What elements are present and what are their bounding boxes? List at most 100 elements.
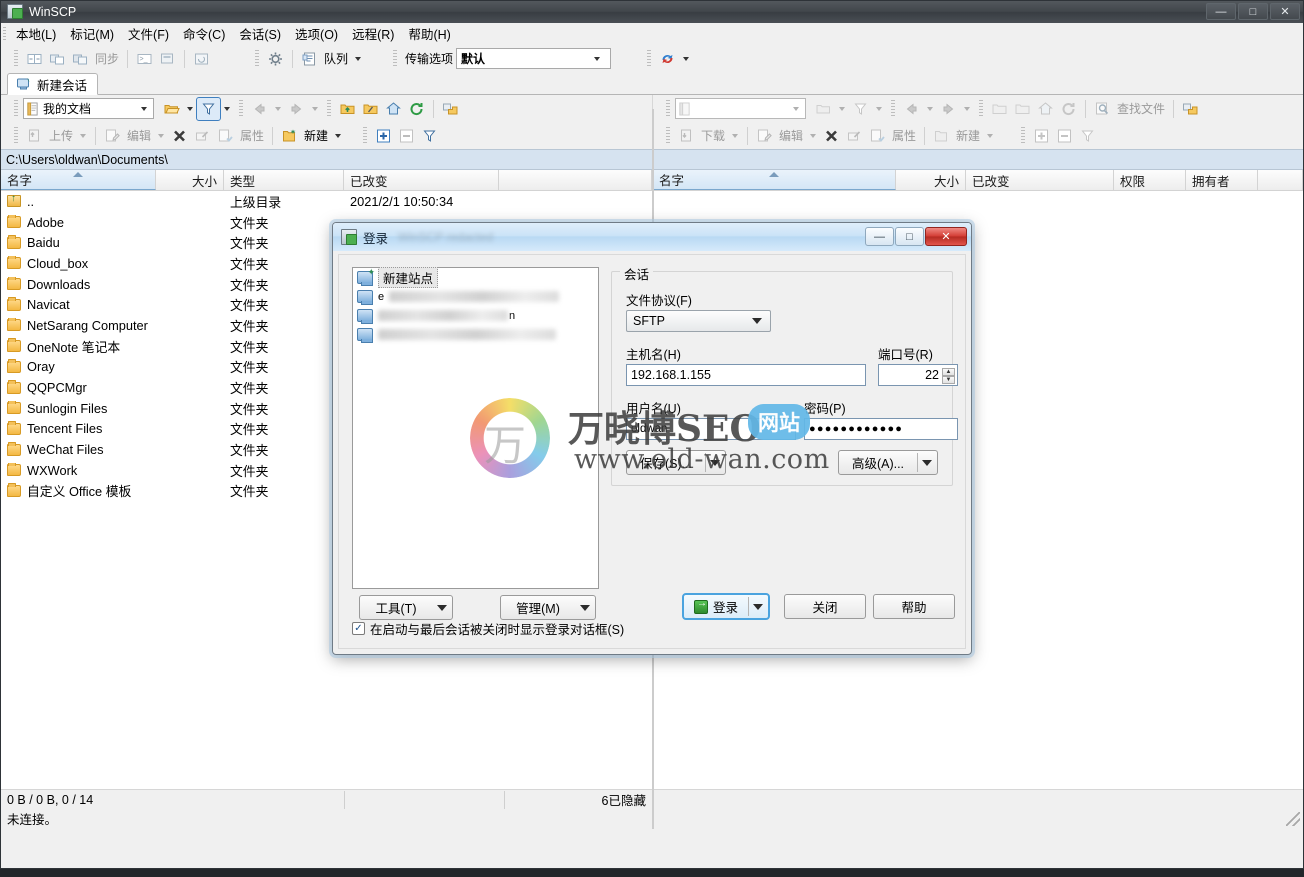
remote-col-modified[interactable]: 已改变 xyxy=(966,170,1114,190)
local-col-size[interactable]: 大小 xyxy=(156,170,224,190)
menu-help[interactable]: 帮助(H) xyxy=(401,22,457,45)
manage-caret-icon[interactable] xyxy=(580,604,590,611)
home-icon[interactable] xyxy=(382,98,405,120)
synchronize-browsing-icon[interactable] xyxy=(46,48,69,70)
tree-item-saved-session-1[interactable]: e xyxy=(353,287,598,306)
remote-path-bar[interactable] xyxy=(653,149,1303,170)
file-type-cell: 文件夹 xyxy=(230,339,269,355)
minimize-button[interactable]: — xyxy=(1206,3,1236,20)
session-tree[interactable]: 新建站点 e n xyxy=(352,267,599,589)
file-name-label: QQPCMgr xyxy=(27,380,87,396)
menu-session[interactable]: 会话(S) xyxy=(232,22,288,45)
putty-icon[interactable] xyxy=(156,48,179,70)
new-caret-icon[interactable] xyxy=(335,133,342,138)
advanced-caret-icon[interactable] xyxy=(922,459,932,466)
remote-new-label: 新建 xyxy=(956,129,981,143)
resize-grip-icon[interactable] xyxy=(1286,811,1300,826)
refresh-icon[interactable] xyxy=(656,48,679,70)
login-dialog-icon xyxy=(341,229,357,245)
remote-open-caret-icon xyxy=(839,106,845,111)
sync-icon[interactable] xyxy=(69,48,92,70)
refresh-caret-icon[interactable] xyxy=(683,56,690,61)
queue-caret-icon[interactable] xyxy=(355,56,362,61)
tools-button[interactable]: 工具(T) xyxy=(359,595,453,620)
show-login-dialog-checkbox-row[interactable]: ✓ 在启动与最后会话被关闭时显示登录对话框(S) xyxy=(352,619,624,638)
tree-item-new-site[interactable]: 新建站点 xyxy=(353,267,598,288)
remote-file-divider-2 xyxy=(924,126,926,145)
remote-col-size[interactable]: 大小 xyxy=(896,170,966,190)
close-button[interactable]: ✕ xyxy=(1270,3,1300,20)
advanced-button[interactable]: 高级(A)... xyxy=(838,450,938,475)
menu-options[interactable]: 选项(O) xyxy=(288,22,345,45)
transfer-settings-caret-icon[interactable] xyxy=(594,56,601,61)
username-input[interactable]: oldwan xyxy=(626,418,796,440)
port-stepper-up[interactable]: ▲ xyxy=(942,368,955,376)
maximize-button[interactable]: □ xyxy=(1238,3,1268,20)
remote-delete-icon[interactable] xyxy=(820,125,843,147)
parent-directory-icon[interactable] xyxy=(336,98,359,120)
new-folder-icon[interactable] xyxy=(278,125,301,147)
remote-col-name[interactable]: 名字 xyxy=(653,170,896,190)
open-directory-icon[interactable] xyxy=(160,98,183,120)
local-col-modified[interactable]: 已改变 xyxy=(344,170,499,190)
open-terminal-icon[interactable]: >_ xyxy=(133,48,156,70)
root-directory-icon[interactable] xyxy=(359,98,382,120)
port-stepper-down[interactable]: ▼ xyxy=(942,376,955,384)
refresh-panels-icon[interactable] xyxy=(190,48,213,70)
queue-icon[interactable] xyxy=(298,48,321,70)
new-label[interactable]: 新建 xyxy=(301,127,331,144)
close-dialog-button[interactable]: 关闭 xyxy=(784,594,866,619)
preferences-gear-icon[interactable] xyxy=(264,48,287,70)
bookmarks-icon[interactable] xyxy=(439,98,462,120)
save-button[interactable]: 保存(S)... xyxy=(626,450,726,475)
help-button[interactable]: 帮助 xyxy=(873,594,955,619)
manage-button[interactable]: 管理(M) xyxy=(500,595,596,620)
remote-bookmarks-icon[interactable] xyxy=(1179,98,1202,120)
queue-label[interactable]: 队列 xyxy=(321,50,351,67)
local-path-bar[interactable]: C:\Users\oldwan\Documents\ xyxy=(1,149,652,170)
port-stepper[interactable]: ▲ ▼ xyxy=(942,368,955,384)
menu-mark[interactable]: 标记(M) xyxy=(63,22,121,45)
remote-open-directory-icon xyxy=(812,98,835,120)
password-input[interactable]: ●●●●●●●●●●●● xyxy=(804,418,958,440)
tree-item-saved-session-3[interactable] xyxy=(353,325,598,344)
open-directory-caret-icon[interactable] xyxy=(187,106,193,111)
hostname-input[interactable]: 192.168.1.155 xyxy=(626,364,866,386)
remote-col-permissions[interactable]: 权限 xyxy=(1114,170,1186,190)
dialog-close-button[interactable]: ✕ xyxy=(925,227,967,246)
protocol-select[interactable]: SFTP xyxy=(626,310,771,332)
table-row[interactable]: .. 上级目录 2021/2/1 10:50:34 xyxy=(1,191,652,212)
local-col-type[interactable]: 类型 xyxy=(224,170,344,190)
filter-icon[interactable] xyxy=(196,96,221,121)
save-caret-icon[interactable] xyxy=(710,459,720,466)
transfer-settings-combo[interactable]: 默认 xyxy=(456,48,612,69)
menu-commands[interactable]: 命令(C) xyxy=(176,22,232,45)
remote-drive-icon xyxy=(678,102,691,116)
split-panels-icon[interactable] xyxy=(23,48,46,70)
remote-edit-icon xyxy=(753,125,776,147)
menu-files[interactable]: 文件(F) xyxy=(121,22,176,45)
login-caret-icon[interactable] xyxy=(753,603,763,610)
filter-caret-icon[interactable] xyxy=(224,106,230,111)
local-drive-caret-icon[interactable] xyxy=(141,106,147,111)
remote-path-combo[interactable] xyxy=(675,98,806,119)
local-col-name[interactable]: 名字 xyxy=(1,170,156,190)
select-all-icon[interactable] xyxy=(372,125,395,147)
dialog-minimize-button[interactable]: — xyxy=(865,227,894,246)
port-input[interactable]: 22 ▲ ▼ xyxy=(878,364,958,386)
tree-item-saved-session-2[interactable]: n xyxy=(353,306,598,325)
menu-local[interactable]: 本地(L) xyxy=(9,22,63,45)
refresh-local-icon[interactable] xyxy=(405,98,428,120)
remote-col-owner[interactable]: 拥有者 xyxy=(1186,170,1258,190)
show-login-dialog-checkbox[interactable]: ✓ xyxy=(352,622,365,635)
menu-remote[interactable]: 远程(R) xyxy=(345,22,401,45)
back-caret-icon xyxy=(275,106,281,111)
invert-selection-icon[interactable] xyxy=(418,125,441,147)
remote-nav-toolbar: 查找文件 xyxy=(653,95,1303,122)
login-button[interactable]: 登录 xyxy=(682,593,770,620)
delete-icon[interactable] xyxy=(168,125,191,147)
local-drive-combo[interactable]: 我的文档 xyxy=(23,98,154,119)
tab-new-session[interactable]: 新建会话 xyxy=(7,73,99,95)
dialog-maximize-button[interactable]: □ xyxy=(895,227,924,246)
tools-caret-icon[interactable] xyxy=(437,604,447,611)
